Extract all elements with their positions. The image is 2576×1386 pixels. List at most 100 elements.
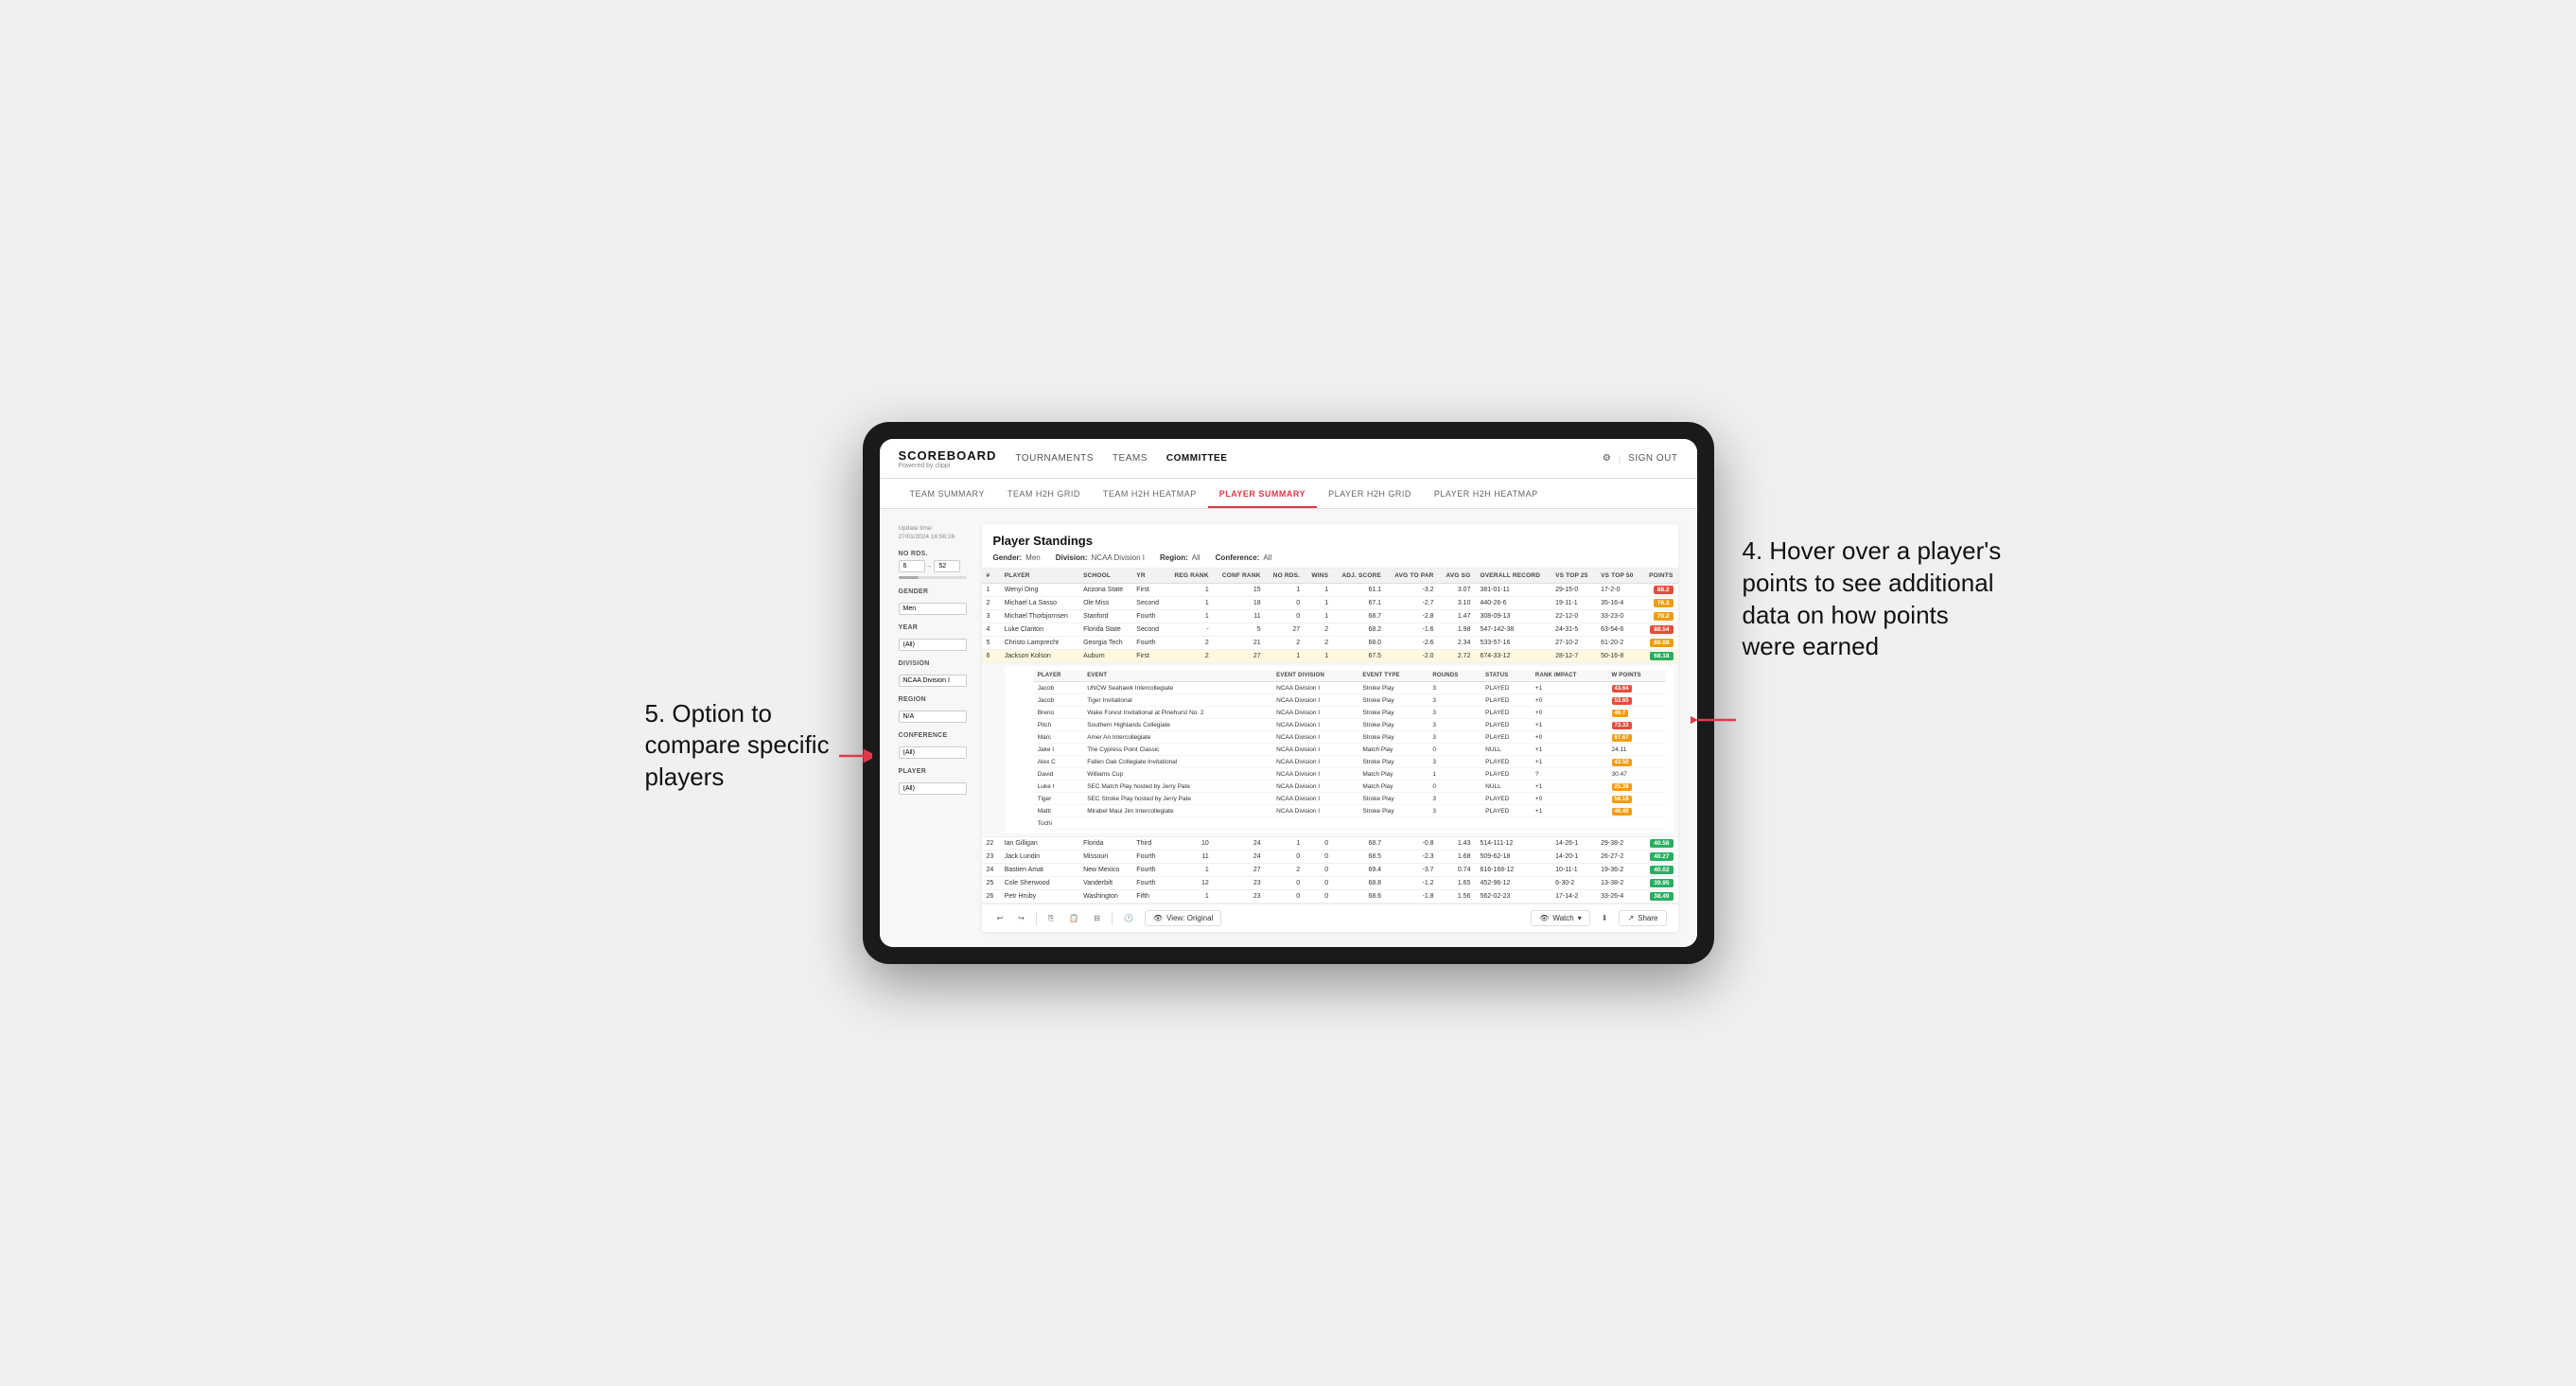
nav-teams[interactable]: TEAMS	[1113, 451, 1148, 465]
cell-points[interactable]: 39.95	[1641, 877, 1677, 890]
cell-avg-par: -1.2	[1386, 877, 1439, 890]
cell-num: 22	[982, 837, 1000, 851]
cell-player: Ian Gilligan	[1000, 837, 1078, 851]
filter-division-select[interactable]: NCAA Division I	[899, 675, 967, 687]
copy-btn[interactable]: ⎘	[1044, 912, 1058, 925]
cell-points[interactable]: 70.2	[1641, 610, 1677, 623]
tab-player-h2h-grid[interactable]: PLAYER H2H GRID	[1317, 489, 1423, 508]
filter-no-rds-min[interactable]	[899, 560, 925, 572]
tcell-division	[1271, 817, 1358, 830]
cell-avg-par: -1.6	[1386, 623, 1439, 637]
cell-points[interactable]: 40.58	[1641, 837, 1677, 851]
dash-btn[interactable]: ⊟	[1090, 912, 1104, 924]
cell-yr: Fourth	[1131, 877, 1165, 890]
download-btn[interactable]: ⬇	[1598, 912, 1612, 924]
points-badge[interactable]: 76.3	[1654, 599, 1674, 607]
tcell-rounds: 0	[1428, 744, 1481, 756]
cell-conf-rank: 21	[1214, 637, 1266, 650]
w-points-badge[interactable]: 46.7	[1612, 710, 1629, 717]
tcell-wpoints[interactable]: 25.38	[1607, 781, 1666, 793]
tooltip-row: Breno Wake Forest Invitational at Pinehu…	[1033, 707, 1666, 719]
cell-points[interactable]: 76.3	[1641, 597, 1677, 610]
points-badge[interactable]: 39.95	[1650, 879, 1673, 887]
sign-out-btn[interactable]: Sign out	[1628, 451, 1677, 465]
points-badge-green[interactable]: 68.18	[1650, 652, 1673, 660]
tab-team-h2h-heatmap[interactable]: TEAM H2H HEATMAP	[1092, 489, 1208, 508]
filter-no-rds-slider[interactable]	[899, 576, 967, 579]
cell-no-rds: 2	[1266, 637, 1306, 650]
cell-points[interactable]: 40.27	[1641, 851, 1677, 864]
points-badge[interactable]: 70.2	[1654, 612, 1674, 621]
tcell-wpoints[interactable]: 46.40	[1607, 805, 1666, 817]
filter-year-select[interactable]: (All)	[899, 639, 967, 651]
tab-player-summary[interactable]: PLAYER SUMMARY	[1208, 489, 1317, 508]
tab-player-h2h-heatmap[interactable]: PLAYER H2H HEATMAP	[1423, 489, 1550, 508]
points-badge[interactable]: 88.2	[1654, 586, 1674, 594]
tcell-wpoints[interactable]: 73.33	[1607, 719, 1666, 731]
tcell-rank: +1	[1531, 682, 1607, 694]
cell-wins: 0	[1305, 877, 1333, 890]
table-row: 4 Luke Clanton Florida State Second - 5 …	[982, 623, 1678, 637]
points-badge[interactable]: 40.02	[1650, 866, 1673, 874]
filter-region-select[interactable]: N/A	[899, 711, 967, 723]
tcell-wpoints[interactable]: 43.50	[1607, 756, 1666, 768]
cell-player: Jackson Kolson	[1000, 650, 1078, 663]
filter-player-select[interactable]: (All)	[899, 782, 967, 795]
cell-reg-rank: 12	[1166, 877, 1214, 890]
view-original-btn[interactable]: 👁 View: Original	[1145, 910, 1221, 926]
w-points-badge[interactable]: 73.33	[1612, 722, 1632, 729]
cell-points[interactable]: 80.09	[1641, 637, 1677, 650]
cell-points[interactable]: 38.49	[1641, 890, 1677, 904]
filter-no-rds-max[interactable]	[934, 560, 960, 572]
nav-committee[interactable]: COMMITTEE	[1166, 451, 1228, 465]
cell-points[interactable]: 88.54	[1641, 623, 1677, 637]
share-btn[interactable]: ↗ Share	[1619, 910, 1666, 926]
time-btn[interactable]: 🕐	[1120, 912, 1137, 924]
redo-btn[interactable]: ↪	[1014, 912, 1028, 924]
cell-points[interactable]: 68.18	[1641, 650, 1677, 663]
cell-wins: 0	[1305, 864, 1333, 877]
tab-team-summary[interactable]: TEAM SUMMARY	[899, 489, 996, 508]
cell-yr: Fourth	[1131, 610, 1165, 623]
points-badge[interactable]: 40.27	[1650, 852, 1673, 861]
tcell-wpoints[interactable]: 67.67	[1607, 731, 1666, 744]
tcell-wpoints[interactable]: 56.18	[1607, 793, 1666, 805]
col-player: Player	[1000, 569, 1078, 584]
tooltip-row: Jacob UNCW Seahawk Intercollegiate NCAA …	[1033, 682, 1666, 694]
cell-points[interactable]: 88.2	[1641, 584, 1677, 597]
points-badge[interactable]: 88.54	[1650, 625, 1673, 634]
settings-icon[interactable]: ⚙	[1603, 453, 1611, 464]
col-wins: Wins	[1305, 569, 1333, 584]
points-badge[interactable]: 80.09	[1650, 639, 1673, 647]
paste-btn[interactable]: 📋	[1065, 912, 1082, 924]
tcell-wpoints[interactable]: 46.7	[1607, 707, 1666, 719]
w-points-badge[interactable]: 43.64	[1612, 685, 1632, 693]
tcell-wpoints[interactable]: 43.64	[1607, 682, 1666, 694]
cell-points[interactable]: 40.02	[1641, 864, 1677, 877]
w-points-badge[interactable]: 56.18	[1612, 796, 1632, 803]
tcell-player: Luke I	[1033, 781, 1082, 793]
cell-wins: 0	[1305, 837, 1333, 851]
w-points-badge[interactable]: 25.38	[1612, 783, 1632, 791]
filter-gender-select[interactable]: Men	[899, 603, 967, 615]
points-badge[interactable]: 38.49	[1650, 892, 1673, 901]
col-no-rds: No Rds.	[1266, 569, 1306, 584]
cell-school: Ole Miss	[1078, 597, 1131, 610]
undo-btn[interactable]: ↩	[993, 912, 1008, 924]
cell-avg-par: -2.6	[1386, 637, 1439, 650]
tab-team-h2h-grid[interactable]: TEAM H2H GRID	[996, 489, 1092, 508]
tcell-type: Stroke Play	[1358, 719, 1428, 731]
tcell-event: Williams Cup	[1082, 768, 1271, 781]
w-points-badge[interactable]: 67.67	[1612, 734, 1632, 742]
tcell-event: The Cypress Point Classic	[1082, 744, 1271, 756]
cell-reg-rank: 1	[1166, 890, 1214, 904]
points-badge[interactable]: 40.58	[1650, 839, 1673, 848]
w-points-badge[interactable]: 53.60	[1612, 697, 1632, 705]
nav-tournaments[interactable]: TOURNAMENTS	[1015, 451, 1094, 465]
watch-btn[interactable]: 👁 Watch ▾	[1531, 910, 1590, 926]
w-points-badge[interactable]: 43.50	[1612, 759, 1632, 766]
tcell-wpoints[interactable]: 53.60	[1607, 694, 1666, 707]
filter-conference-select[interactable]: (All)	[899, 746, 967, 759]
w-points-badge[interactable]: 46.40	[1612, 808, 1632, 816]
filter-chip-division: Division: NCAA Division I	[1056, 553, 1145, 562]
